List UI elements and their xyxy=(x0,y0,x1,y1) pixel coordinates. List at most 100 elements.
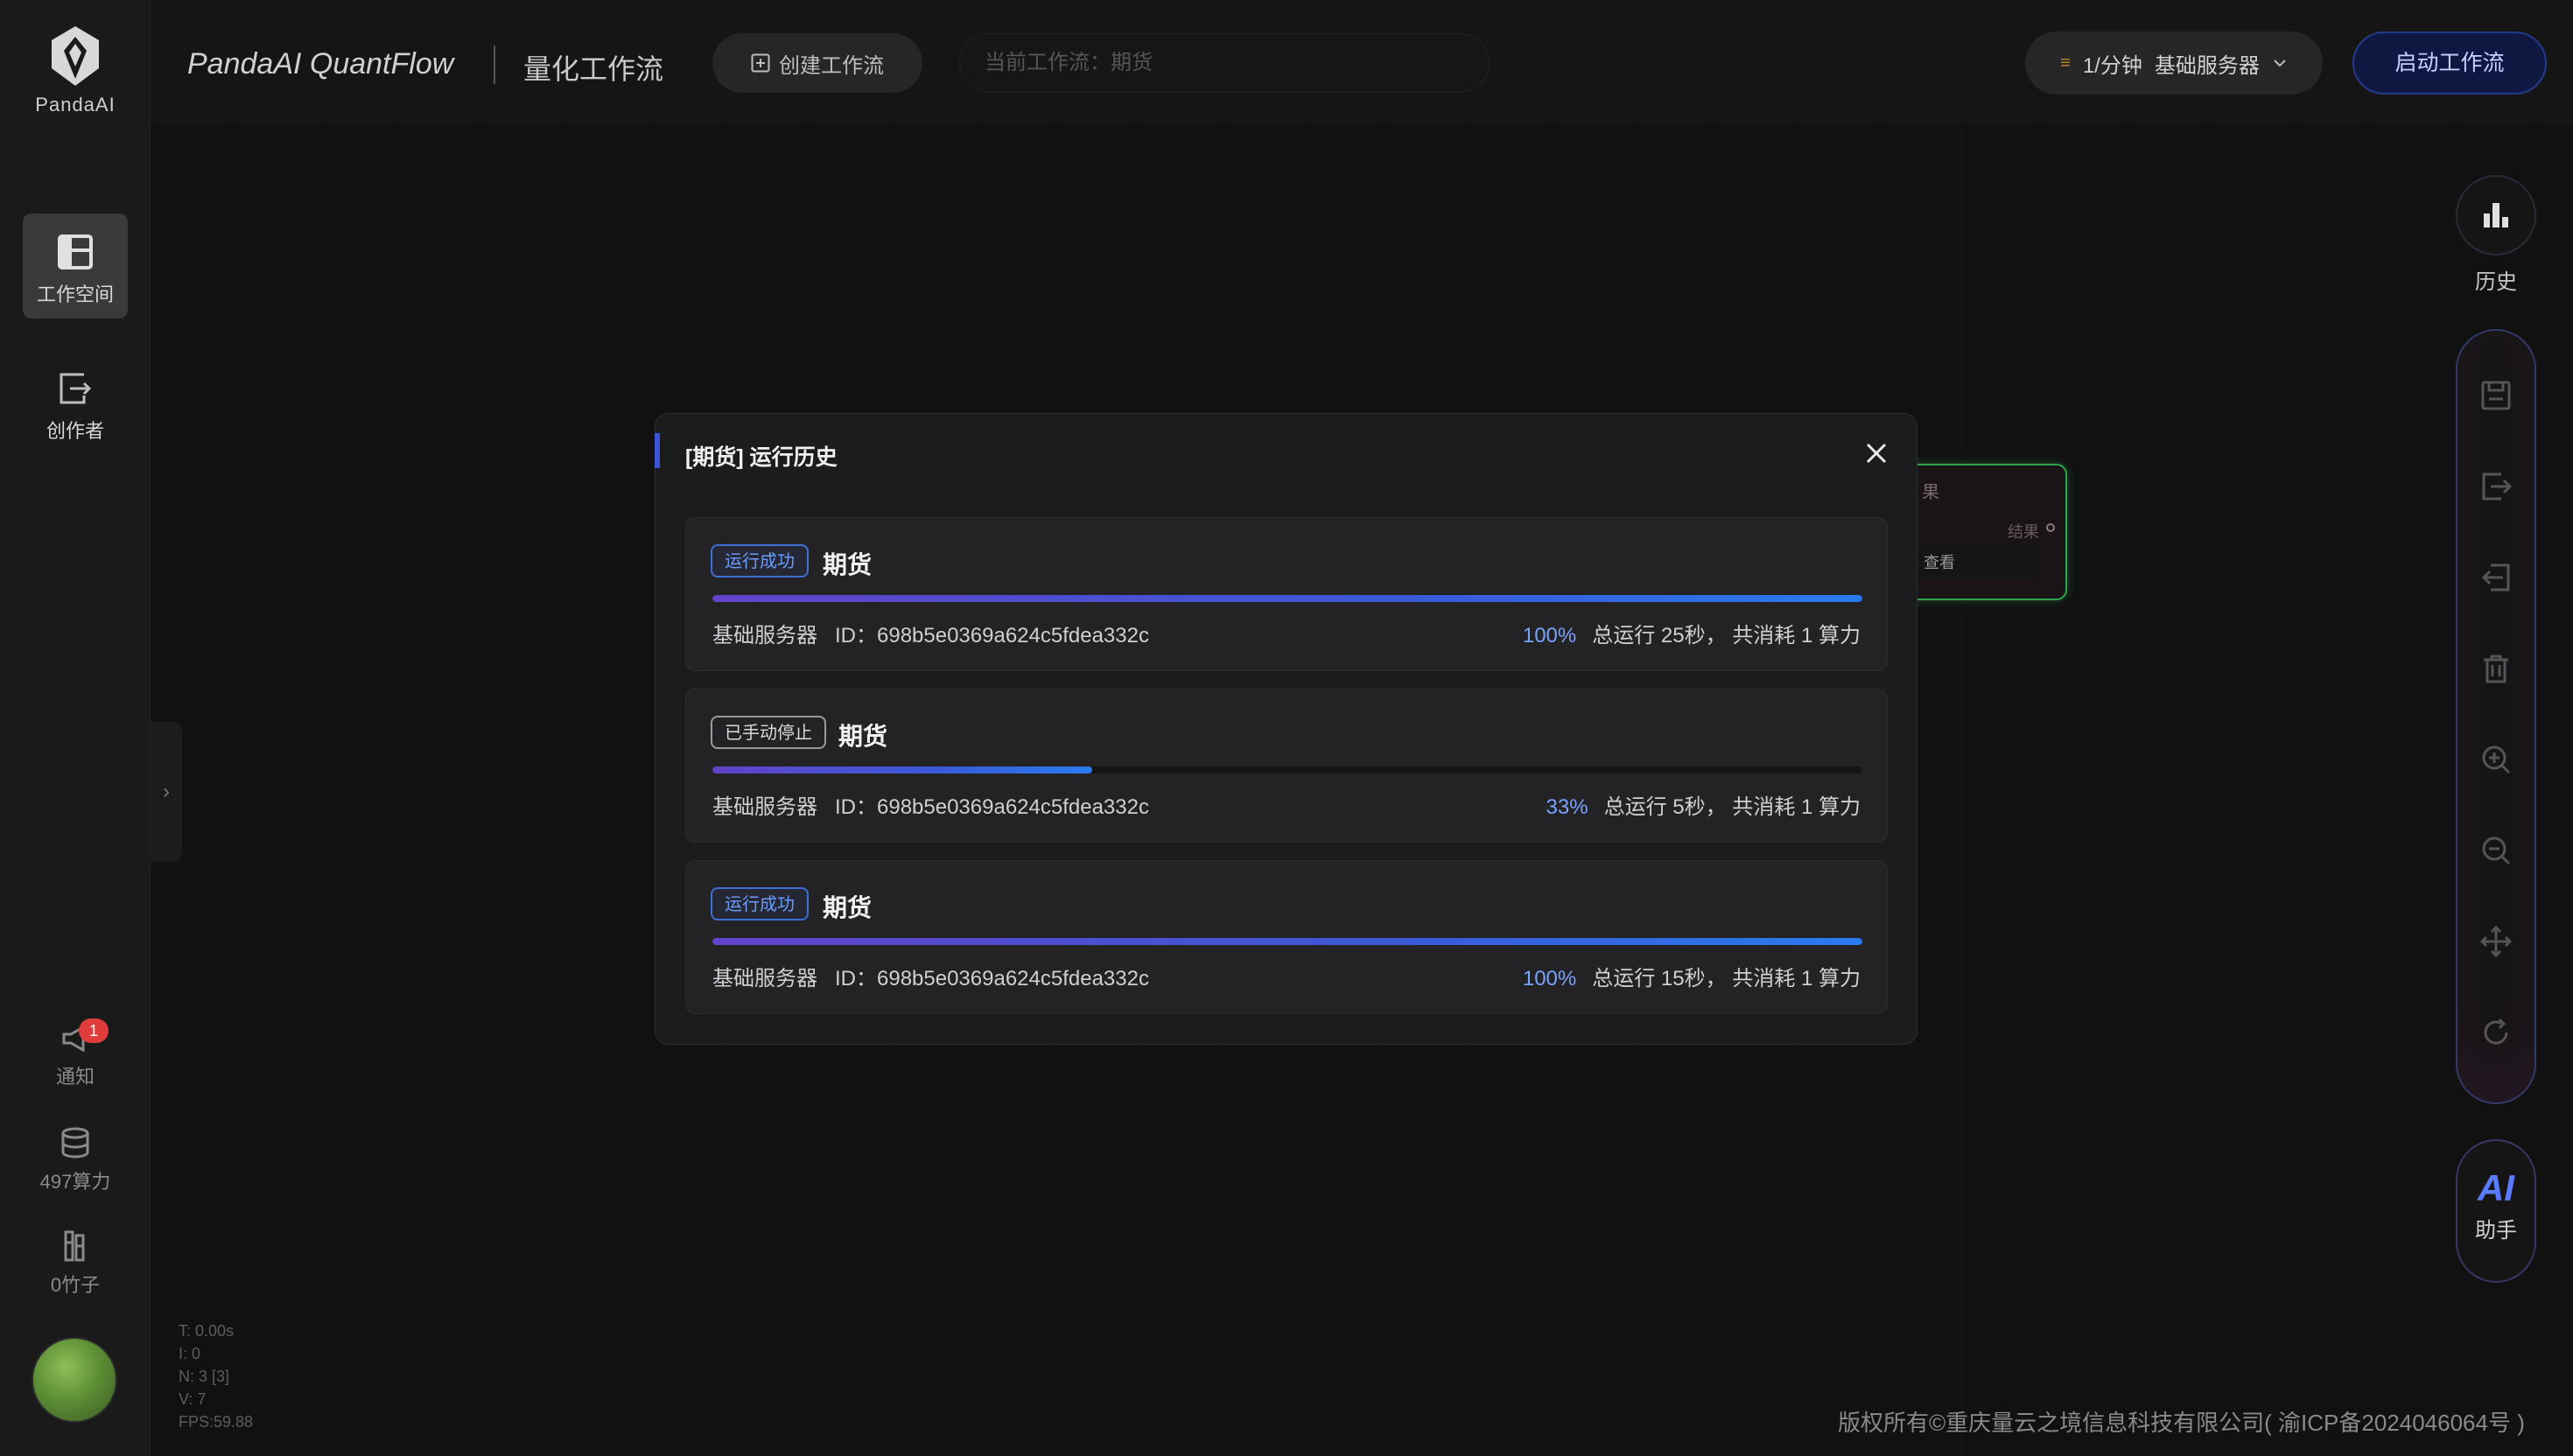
expand-panel-button[interactable]: › xyxy=(151,722,182,862)
run-summary-a: 总运行 xyxy=(1592,967,1656,990)
run-cost-unit: 算力 xyxy=(1819,795,1861,819)
notify-label: 通知 xyxy=(55,1066,95,1088)
export-icon[interactable] xyxy=(2480,471,2512,502)
run-id: 698b5e0369a624c5fdea332c xyxy=(877,967,1149,990)
run-cost: 1 xyxy=(1800,967,1813,990)
stat-t: T: 0.00s xyxy=(179,1322,235,1340)
start-workflow-button[interactable]: 启动工作流 xyxy=(2352,32,2547,94)
copyright: 版权所有©重庆量云之境信息科技有限公司( 渝ICP备2024046064号 ) xyxy=(1838,1410,2525,1436)
zoom-in-icon[interactable] xyxy=(2480,744,2512,775)
node-output-port[interactable] xyxy=(2046,523,2055,532)
creator-icon xyxy=(60,373,92,404)
run-id-label: ID： xyxy=(835,624,877,648)
run-duration: 25秒 xyxy=(1660,624,1706,648)
sidebar-item-workspace[interactable]: 工作空间 xyxy=(23,214,128,318)
database-icon xyxy=(61,1127,89,1158)
panda-logo-icon xyxy=(52,26,99,86)
run-progress-fill xyxy=(712,938,1862,945)
trash-icon[interactable] xyxy=(2480,653,2512,684)
move-icon[interactable] xyxy=(2480,926,2512,957)
run-server: 基础服务器 xyxy=(712,795,817,819)
modal-accent-bar xyxy=(655,433,660,468)
sidebar-notify[interactable]: 1 通知 xyxy=(0,1018,151,1089)
run-id: 698b5e0369a624c5fdea332c xyxy=(877,795,1149,819)
run-summary-b: ， 共消耗 xyxy=(1705,795,1796,819)
run-cost-unit: 算力 xyxy=(1819,624,1861,648)
run-meta-right: 100% 总运行 25秒， 共消耗 1 算力 xyxy=(1523,618,1861,648)
ai-icon: AI xyxy=(2478,1167,2514,1208)
modal-title: [期货] 运行历史 xyxy=(685,445,838,470)
history-button[interactable] xyxy=(2456,175,2536,256)
run-progress-fill xyxy=(712,595,1862,602)
sidebar-compute[interactable]: 497算力 xyxy=(0,1127,151,1194)
plus-square-icon xyxy=(751,53,770,73)
node-view-button[interactable]: 查看 xyxy=(1910,546,2041,579)
zoom-out-icon[interactable] xyxy=(2480,835,2512,866)
stat-fps: FPS:59.88 xyxy=(179,1413,254,1431)
close-icon[interactable] xyxy=(1863,440,1889,466)
app-subtitle: 量化工作流 xyxy=(523,53,664,85)
app-name: PandaAI QuantFlow xyxy=(187,47,454,80)
node-output-label: 结果 xyxy=(2008,523,2039,541)
logo: PandaAI xyxy=(0,24,151,116)
create-workflow-button[interactable]: 创建工作流 xyxy=(712,33,922,93)
sidebar-item-label: 创作者 xyxy=(46,420,104,442)
current-workflow-field[interactable]: 当前工作流：期货 xyxy=(959,33,1490,93)
run-server: 基础服务器 xyxy=(712,624,817,648)
run-duration: 15秒 xyxy=(1660,967,1706,990)
save-icon[interactable] xyxy=(2480,380,2512,411)
run-summary-b: ， 共消耗 xyxy=(1705,967,1796,990)
stat-n: N: 3 [3] xyxy=(179,1368,230,1385)
server-name: 基础服务器 xyxy=(2154,53,2260,78)
compute-label: 497算力 xyxy=(39,1171,111,1193)
refresh-icon[interactable] xyxy=(2480,1017,2512,1048)
bamboo-label: 0竹子 xyxy=(50,1274,101,1296)
ai-assistant-label: 助手 xyxy=(2475,1219,2517,1242)
ai-assistant-button[interactable]: AI 助手 xyxy=(2456,1139,2536,1283)
left-sidebar: PandaAI 工作空间 创作者 1 通知 497算力 0竹子 xyxy=(0,0,151,1456)
render-stats: T: 0.00s I: 0 N: 3 [3] V: 7 FPS:59.88 xyxy=(179,1320,253,1433)
run-progress-track xyxy=(712,595,1862,602)
run-summary-a: 总运行 xyxy=(1603,795,1667,819)
stat-i: I: 0 xyxy=(179,1345,201,1362)
run-summary-b: ， 共消耗 xyxy=(1705,624,1796,648)
sidebar-item-creator[interactable]: 创作者 xyxy=(23,354,128,458)
run-progress-fill xyxy=(712,766,1092,774)
run-progress-percent: 33% xyxy=(1546,795,1588,819)
run-history-card[interactable]: 运行成功 期货 基础服务器 ID：698b5e0369a624c5fdea332c 10… xyxy=(685,517,1888,671)
run-name: 期货 xyxy=(823,894,873,921)
brand-divider xyxy=(494,46,495,84)
run-meta-right: 100% 总运行 15秒， 共消耗 1 算力 xyxy=(1523,961,1861,991)
run-history-modal: [期货] 运行历史 运行成功 期货 基础服务器 ID：698b5e0369a624c5… xyxy=(655,413,1917,1045)
run-progress-percent: 100% xyxy=(1522,967,1577,990)
run-history-card[interactable]: 已手动停止 期货 基础服务器 ID：698b5e0369a624c5fdea332c 3… xyxy=(685,689,1888,843)
sidebar-bamboo[interactable]: 0竹子 xyxy=(0,1230,151,1298)
run-meta-right: 33% 总运行 5秒， 共消耗 1 算力 xyxy=(1546,789,1861,820)
run-meta-left: 基础服务器 ID：698b5e0369a624c5fdea332c xyxy=(712,618,1149,648)
create-workflow-label: 创建工作流 xyxy=(779,53,884,78)
current-workflow-value: 期货 xyxy=(1111,51,1153,74)
chevron-down-icon xyxy=(2274,60,2286,67)
run-cost: 1 xyxy=(1800,795,1813,819)
import-icon[interactable] xyxy=(2480,562,2512,593)
coin-icon: ≡ xyxy=(2060,52,2071,73)
run-progress-percent: 100% xyxy=(1522,624,1577,648)
run-progress-track xyxy=(712,766,1862,774)
run-id-label: ID： xyxy=(835,967,877,990)
avatar[interactable] xyxy=(32,1337,117,1423)
sidebar-item-label: 工作空间 xyxy=(36,284,114,305)
history-label: 历史 xyxy=(2475,270,2517,294)
logo-text: PandaAI xyxy=(35,94,116,116)
run-cost-unit: 算力 xyxy=(1819,967,1861,990)
bamboo-icon xyxy=(64,1230,85,1262)
run-meta-left: 基础服务器 ID：698b5e0369a624c5fdea332c xyxy=(712,961,1149,991)
server-select[interactable]: ≡ 1/分钟 基础服务器 xyxy=(2025,32,2323,94)
run-id: 698b5e0369a624c5fdea332c xyxy=(877,624,1149,648)
node-title: 果 xyxy=(1922,483,1939,502)
run-history-card[interactable]: 运行成功 期货 基础服务器 ID：698b5e0369a624c5fdea332c 10… xyxy=(685,860,1888,1014)
run-cost: 1 xyxy=(1800,624,1813,648)
run-meta-left: 基础服务器 ID：698b5e0369a624c5fdea332c xyxy=(712,789,1149,820)
current-workflow-label: 当前工作流： xyxy=(985,51,1111,74)
run-progress-track xyxy=(712,938,1862,945)
run-name: 期货 xyxy=(838,723,888,750)
